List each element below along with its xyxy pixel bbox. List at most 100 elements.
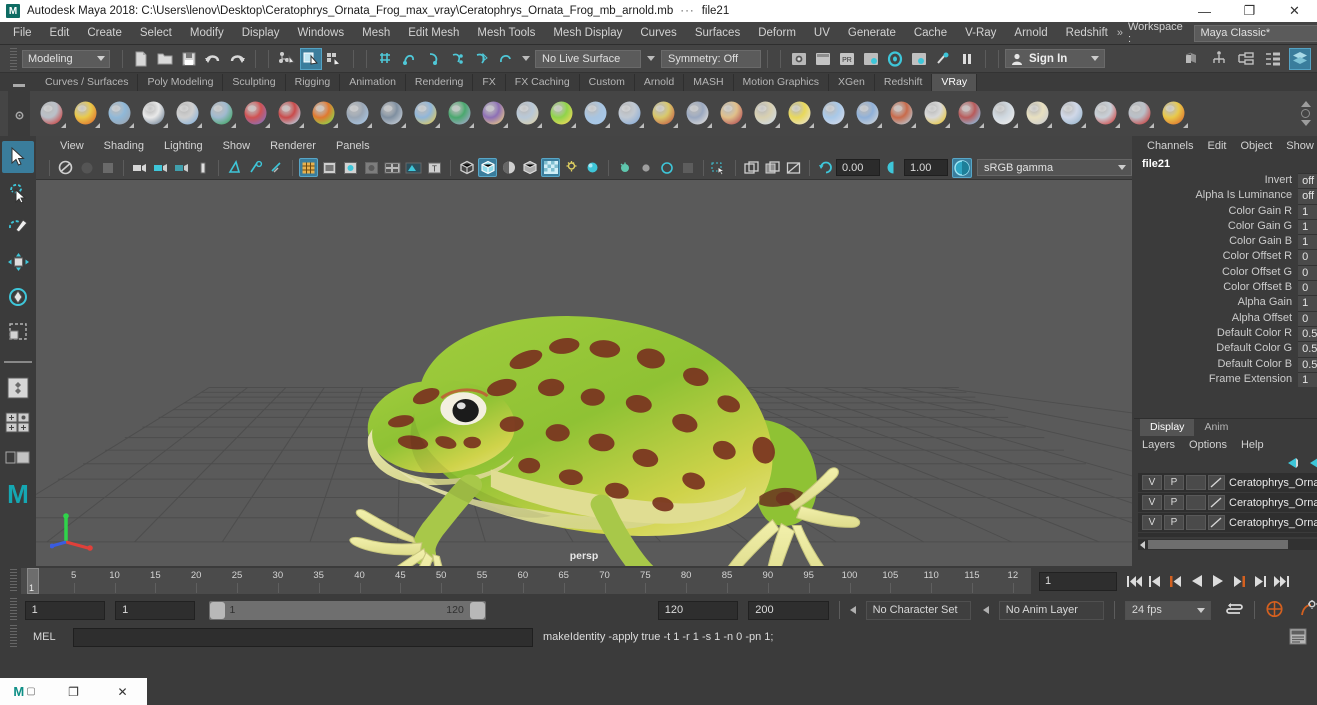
motion-blur-icon[interactable] [615,158,634,177]
vray-camera-icon[interactable] [240,98,271,129]
vray-env-fog-icon[interactable] [342,98,373,129]
range-slider-right-handle[interactable] [469,601,485,619]
channelbox-row[interactable]: Color Offset G 0 [1134,264,1317,281]
vray-distance-tex-icon[interactable] [444,98,475,129]
color-management-icon[interactable] [952,157,972,178]
snap-to-projected-center-icon[interactable] [446,48,468,70]
shelf-tab-motion-graphics[interactable]: Motion Graphics [734,74,829,91]
shelf-tab-fx-caching[interactable]: FX Caching [506,74,580,91]
film-gate-icon[interactable] [320,158,339,177]
layer-visibility-toggle[interactable]: V [1142,475,1162,490]
taskbar-restore-button[interactable]: ❐ [49,678,98,705]
vray-blend-mtl-icon[interactable] [954,98,985,129]
viewport-menu-show[interactable]: Show [213,140,261,152]
paint-select-tool[interactable] [2,211,34,243]
toolbar-grip[interactable] [10,47,17,70]
hypershade-icon[interactable] [860,48,882,70]
vray-particles-icon[interactable] [274,98,305,129]
shelf-scroll-up-icon[interactable] [1301,101,1311,107]
step-forward-keyframe-icon[interactable] [1251,571,1269,591]
step-forward-frame-icon[interactable] [1230,571,1248,591]
channelbox-row[interactable]: Alpha Gain 1 [1134,295,1317,311]
menu-create[interactable]: Create [78,22,131,45]
vray-help-icon[interactable] [1158,98,1189,129]
new-scene-icon[interactable] [130,48,152,70]
menu-mesh-tools[interactable]: Mesh Tools [468,22,544,45]
layer-visibility-toggle[interactable]: V [1142,495,1162,510]
character-set-chevron-icon[interactable] [849,606,856,614]
vray-toon-icon[interactable] [138,98,169,129]
shelf-tab-sculpting[interactable]: Sculpting [223,74,286,91]
close-button[interactable]: ✕ [1272,0,1317,22]
select-tool[interactable] [2,141,34,173]
channelbox-attribute-value[interactable]: 1 [1298,234,1317,250]
layer-playback-toggle[interactable]: P [1164,515,1184,530]
range-slider-control[interactable]: 1 120 [209,600,486,620]
exposure-reset-icon[interactable] [816,158,835,177]
channelbox-row[interactable]: Alpha Offset 0 [1134,310,1317,326]
copy-view-icon[interactable] [763,158,782,177]
layout-four-pane-icon[interactable] [2,407,34,439]
exposure-icon[interactable] [404,158,423,177]
vray-sky-icon[interactable] [886,98,917,129]
shelf-scroll-down-icon[interactable] [1301,120,1311,126]
xray-joints-icon[interactable] [246,158,265,177]
step-back-frame-icon[interactable] [1167,571,1185,591]
shaded-wireframe-icon[interactable] [499,158,518,177]
duplicate-view-icon[interactable] [742,158,761,177]
bookmark-icon[interactable] [130,158,149,177]
undo-icon[interactable] [202,48,224,70]
viewport-snapshot-icon[interactable] [784,158,803,177]
vray-light-ies-icon[interactable] [750,98,781,129]
vray-mesh-icon[interactable] [36,98,67,129]
maximize-button[interactable]: ❐ [1227,0,1272,22]
shelf-tab-custom[interactable]: Custom [580,74,635,91]
wireframe-icon[interactable] [457,158,476,177]
anim-end-field[interactable]: 200 [748,600,829,620]
vray-proxy-icon[interactable] [70,98,101,129]
command-input[interactable] [73,627,533,647]
channelbox-row[interactable]: Color Offset R 0 [1134,249,1317,265]
vray-light-mesh-icon[interactable] [818,98,849,129]
tab-display-layers[interactable]: Display [1140,419,1195,436]
menu-vray[interactable]: V-Ray [956,22,1005,45]
range-start-field[interactable]: 1 [115,600,196,620]
channelbox-row[interactable]: Color Gain B 1 [1134,234,1317,250]
menu-windows[interactable]: Windows [288,22,353,45]
vray-frame-buffer-icon[interactable] [1056,98,1087,129]
layer-list[interactable]: VP.Ceratophrys_Ornata_Frog_laVP.Ceratoph… [1138,473,1317,537]
screen-space-ao-icon[interactable] [583,158,602,177]
channelbox-row[interactable]: Invert off [1134,173,1317,189]
viewport-menu-shading[interactable]: Shading [94,140,154,152]
layer-row[interactable]: VP. Ceratophrys_Ornata_Frog_la [1138,493,1317,513]
select-camera-icon[interactable] [56,158,75,177]
step-back-keyframe-icon[interactable] [1146,571,1164,591]
anim-layer-chevron-icon[interactable] [982,606,989,614]
attribute-editor-icon[interactable] [1262,48,1284,70]
vray-light-rect-icon[interactable] [716,98,747,129]
menu-deform[interactable]: Deform [749,22,805,45]
open-scene-icon[interactable] [154,48,176,70]
layer-type-toggle[interactable]: . [1186,515,1206,530]
vray-sphere-icon[interactable] [546,98,577,129]
menu-arnold[interactable]: Arnold [1005,22,1056,45]
scrollbar-thumb[interactable] [1148,540,1288,549]
select-by-component-type-icon[interactable] [324,48,346,70]
gate-mask-icon[interactable] [362,158,381,177]
menu-select[interactable]: Select [131,22,181,45]
menu-overflow-chevron-icon[interactable]: » [1117,27,1123,39]
tab-anim-layers[interactable]: Anim [1194,419,1238,436]
vray-tri-planar-icon[interactable] [512,98,543,129]
auto-keyframe-icon[interactable] [1265,600,1284,621]
vray-checker-icon[interactable] [988,98,1019,129]
channelbox-attribute-value[interactable]: off [1298,188,1317,204]
move-tool[interactable] [2,246,34,278]
snap-to-view-plane-icon[interactable] [470,48,492,70]
go-to-end-icon[interactable] [1272,571,1290,591]
textured-icon[interactable] [520,158,539,177]
rotate-tool[interactable] [2,281,34,313]
channelbox-attribute-value[interactable]: 0 [1298,310,1317,326]
vray-displacement-icon[interactable] [172,98,203,129]
image-plane-icon[interactable] [151,158,170,177]
vray-scene-icon[interactable] [104,98,135,129]
